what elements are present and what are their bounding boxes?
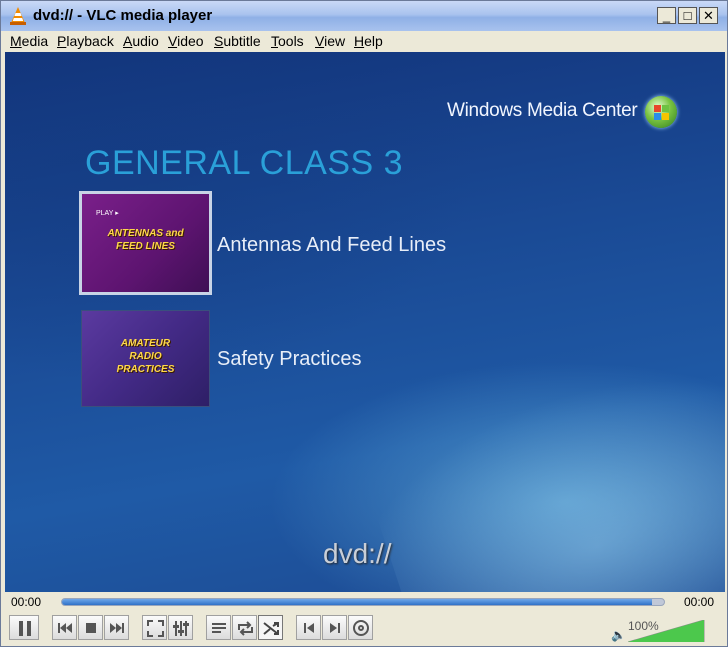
seek-slider[interactable] bbox=[61, 598, 665, 606]
shuffle-button[interactable] bbox=[258, 615, 283, 640]
chapter-thumbnail-antennas[interactable]: PLAY ▸ ANTENNAS and FEED LINES bbox=[79, 191, 212, 295]
pause-icon bbox=[19, 621, 31, 636]
menu-heading: GENERAL CLASS 3 bbox=[85, 144, 404, 182]
menu-view[interactable]: View bbox=[315, 33, 345, 49]
menu-media[interactable]: Media bbox=[10, 33, 48, 49]
menu-video[interactable]: Video bbox=[168, 33, 204, 49]
remaining-time[interactable]: 00:00 bbox=[684, 595, 714, 609]
close-button[interactable]: ✕ bbox=[699, 7, 718, 24]
frame-next-icon bbox=[330, 623, 340, 633]
windows-orb-icon bbox=[645, 96, 677, 128]
playlist-icon bbox=[212, 623, 226, 633]
frame-previous-button[interactable] bbox=[296, 615, 321, 640]
extended-settings-button[interactable] bbox=[168, 615, 193, 640]
menu-help[interactable]: Help bbox=[354, 33, 383, 49]
play-tag: PLAY ▸ bbox=[96, 210, 119, 217]
speaker-icon[interactable]: 🔈 bbox=[611, 628, 626, 642]
menu-bar: Media Playback Audio Video Subtitle Tool… bbox=[1, 31, 727, 52]
menu-subtitle[interactable]: Subtitle bbox=[214, 33, 261, 49]
controls-bar: 🔈 100% bbox=[1, 612, 727, 646]
loop-button[interactable] bbox=[232, 615, 257, 640]
video-area[interactable]: Windows Media Center GENERAL CLASS 3 PLA… bbox=[5, 52, 725, 592]
previous-button[interactable] bbox=[52, 615, 77, 640]
pause-button[interactable] bbox=[9, 615, 39, 640]
next-button[interactable] bbox=[104, 615, 129, 640]
volume-level: 100% bbox=[628, 619, 659, 633]
thumbnail-title: AMATEUR RADIO PRACTICES bbox=[116, 338, 175, 375]
frame-next-button[interactable] bbox=[322, 615, 347, 640]
chapter-thumbnail-safety[interactable]: AMATEUR RADIO PRACTICES bbox=[81, 310, 210, 407]
dvd-menu-icon bbox=[353, 620, 369, 636]
dvd-menu-button[interactable] bbox=[348, 615, 373, 640]
windows-media-center-logo: Windows Media Center bbox=[447, 100, 638, 121]
osd-source-text: dvd:// bbox=[323, 538, 392, 569]
thumbnail-title: ANTENNAS and FEED LINES bbox=[107, 228, 184, 252]
stop-icon bbox=[86, 623, 96, 633]
menu-audio[interactable]: Audio bbox=[123, 33, 159, 49]
vlc-cone-icon bbox=[10, 7, 26, 25]
vlc-window: dvd:// - VLC media player _ □ ✕ Media Pl… bbox=[0, 0, 728, 647]
menu-playback[interactable]: Playback bbox=[57, 33, 114, 49]
previous-icon bbox=[58, 623, 72, 633]
title-bar[interactable]: dvd:// - VLC media player _ □ ✕ bbox=[1, 1, 727, 32]
minimize-button[interactable]: _ bbox=[657, 7, 676, 24]
option-antennas-and-feed-lines[interactable]: Antennas And Feed Lines bbox=[217, 234, 446, 257]
option-safety-practices[interactable]: Safety Practices bbox=[217, 348, 362, 371]
playlist-button[interactable] bbox=[206, 615, 231, 640]
loop-icon bbox=[238, 621, 253, 636]
elapsed-time: 00:00 bbox=[11, 595, 42, 609]
maximize-button[interactable]: □ bbox=[678, 7, 697, 24]
stop-button[interactable] bbox=[78, 615, 103, 640]
seek-slider-fill bbox=[62, 599, 652, 605]
fullscreen-icon bbox=[147, 620, 164, 637]
menu-tools[interactable]: Tools bbox=[271, 33, 304, 49]
frame-prev-icon bbox=[304, 623, 314, 633]
seek-row: 00:00 00:00 bbox=[1, 592, 727, 612]
next-icon bbox=[110, 623, 124, 633]
fullscreen-button[interactable] bbox=[142, 615, 167, 640]
shuffle-icon bbox=[263, 622, 279, 635]
window-title: dvd:// - VLC media player bbox=[33, 7, 213, 24]
extended-settings-icon bbox=[173, 621, 189, 636]
